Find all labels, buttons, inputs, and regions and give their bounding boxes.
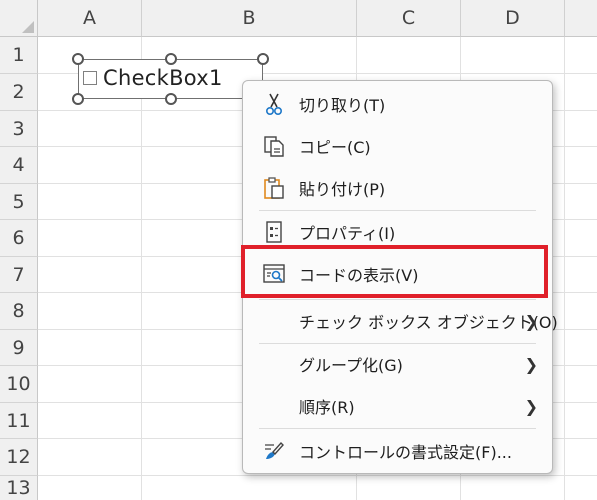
menu-item-group[interactable]: グループ化(G) ❯ [243, 344, 552, 384]
menu-item-checkbox-object[interactable]: チェック ボックス オブジェクト(O) ❯ [243, 301, 558, 341]
properties-icon [261, 219, 287, 245]
row-header-3[interactable]: 3 [0, 111, 38, 147]
row-header-9[interactable]: 9 [0, 330, 38, 366]
column-header-c[interactable]: C [357, 0, 461, 37]
resize-handle-top-right[interactable] [257, 53, 269, 65]
row-header-1[interactable]: 1 [0, 37, 38, 74]
row-header-6[interactable]: 6 [0, 220, 38, 257]
resize-handle-bottom-left[interactable] [72, 93, 84, 105]
row-header-10[interactable]: 10 [0, 366, 38, 403]
resize-handle-top-middle[interactable] [165, 53, 177, 65]
menu-item-order[interactable]: 順序(R) ❯ [243, 386, 552, 426]
row-header-2[interactable]: 2 [0, 74, 38, 111]
chevron-right-icon: ❯ [524, 396, 538, 416]
row-header-5[interactable]: 5 [0, 184, 38, 220]
row-header-12[interactable]: 12 [0, 439, 38, 476]
format-control-icon [261, 438, 287, 464]
column-header-next[interactable] [565, 0, 597, 37]
checkbox-label: CheckBox1 [103, 66, 223, 90]
row-header-4[interactable]: 4 [0, 147, 38, 184]
row-header-11[interactable]: 11 [0, 403, 38, 439]
paste-icon [261, 175, 287, 201]
menu-item-format-control[interactable]: コントロールの書式設定(F)... [243, 431, 552, 471]
row-header-7[interactable]: 7 [0, 257, 38, 293]
column-header-d[interactable]: D [461, 0, 565, 37]
copy-icon [261, 133, 287, 159]
menu-item-cut[interactable]: 切り取り(T) [243, 84, 552, 124]
scissors-icon [261, 91, 287, 117]
row-header-8[interactable]: 8 [0, 293, 38, 330]
menu-item-copy[interactable]: コピー(C) [243, 126, 552, 166]
menu-separator [259, 210, 536, 211]
highlight-box [241, 245, 548, 298]
chevron-right-icon: ❯ [524, 311, 538, 331]
column-header-a[interactable]: A [38, 0, 142, 37]
row-header-13[interactable]: 13 [0, 476, 38, 500]
chevron-right-icon: ❯ [524, 354, 538, 374]
column-header-b[interactable]: B [142, 0, 357, 37]
resize-handle-bottom-middle[interactable] [165, 93, 177, 105]
menu-item-paste[interactable]: 貼り付け(P) [243, 168, 552, 208]
resize-handle-top-left[interactable] [72, 53, 84, 65]
menu-separator [259, 299, 536, 300]
select-all-corner[interactable] [0, 0, 38, 37]
checkbox-square-icon[interactable] [83, 71, 97, 85]
menu-separator [259, 428, 536, 429]
